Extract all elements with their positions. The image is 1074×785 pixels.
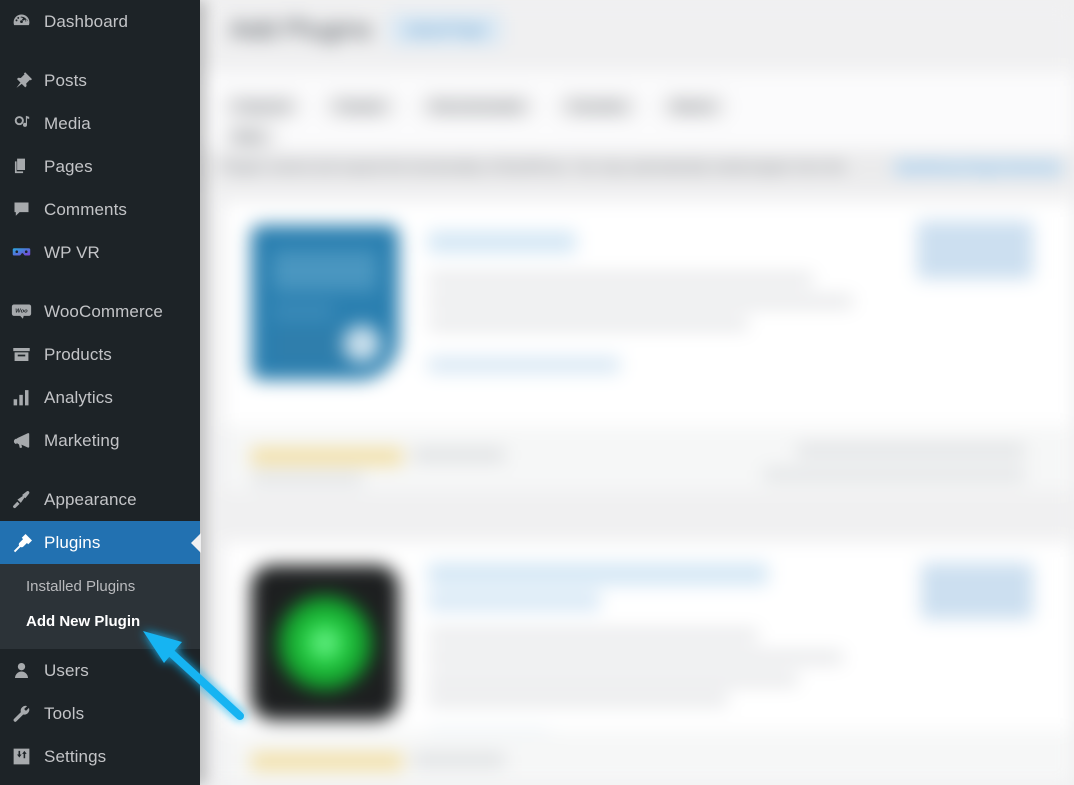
sidebar-item-comments[interactable]: Comments (0, 188, 200, 231)
plugin-tab-bar: Featured Popular Recommended Favorites B… (200, 72, 1074, 150)
woo-icon: Woo (10, 301, 32, 323)
sidebar-item-label: Analytics (44, 387, 113, 407)
analytics-bars-icon (10, 387, 32, 409)
rating-count (413, 448, 505, 462)
tab-popular[interactable]: Popular (324, 94, 397, 119)
sidebar-item-label: Users (44, 660, 89, 680)
active-installs-meta (763, 468, 1025, 481)
sidebar-item-label: Posts (44, 70, 88, 90)
sidebar-item-label: WP VR (44, 242, 100, 262)
more-details-link[interactable] (428, 357, 620, 373)
media-icon (10, 113, 32, 135)
sidebar-item-wp-vr[interactable]: WP VR (0, 231, 200, 274)
star-rating (251, 753, 403, 770)
tab-favorites[interactable]: Favorites (557, 94, 639, 119)
products-box-icon (10, 344, 32, 366)
rating-sub (251, 472, 363, 485)
sidebar-item-posts[interactable]: Posts (0, 59, 200, 102)
tab-recommended[interactable]: Recommended (418, 94, 536, 119)
upload-plugin-button[interactable]: Upload Plugin (390, 14, 502, 45)
sidebar-item-label: Media (44, 113, 91, 133)
sidebar-item-label: Comments (44, 199, 127, 219)
submenu-item-add-new-plugin[interactable]: Add New Plugin (0, 605, 200, 640)
tab-blocks[interactable]: Blocks (660, 94, 727, 119)
wrench-icon (10, 703, 32, 725)
sidebar-item-pages[interactable]: Pages (0, 145, 200, 188)
dashboard-gauge-icon (10, 11, 32, 33)
sidebar-item-products[interactable]: Products (0, 333, 200, 376)
svg-text:Woo: Woo (15, 309, 28, 315)
plugin-card (222, 540, 1074, 785)
plugins-notice-bar: Plugins extend and expand the functional… (200, 150, 1074, 184)
pin-icon (10, 70, 32, 92)
admin-sidebar: Dashboard Posts Media Pages Comments WP … (0, 0, 200, 785)
tab-beta[interactable]: Beta (222, 124, 277, 149)
sidebar-item-users[interactable]: Users (0, 649, 200, 692)
plugin-directory-link[interactable]: WordPress Plugin Directory (892, 159, 1064, 176)
rating-count (413, 753, 505, 767)
tab-featured[interactable]: Featured (222, 94, 303, 119)
megaphone-icon (10, 430, 32, 452)
sidebar-item-tools[interactable]: Tools (0, 692, 200, 735)
plugin-tabs: Featured Popular Recommended Favorites B… (222, 94, 727, 119)
sidebar-item-plugins[interactable]: Plugins (0, 521, 200, 564)
sidebar-separator (0, 462, 200, 478)
sidebar-item-label: Marketing (44, 430, 120, 450)
sidebar-item-settings[interactable]: Settings (0, 735, 200, 778)
plugin-card-footer (223, 731, 1074, 785)
page-title: Add Plugins (230, 14, 373, 44)
sidebar-separator (0, 43, 200, 59)
sidebar-item-label: Products (44, 344, 112, 364)
paintbrush-icon (10, 489, 32, 511)
plugin-card (222, 200, 1074, 491)
vr-goggles-icon (10, 242, 32, 264)
sidebar-item-dashboard[interactable]: Dashboard (0, 0, 200, 43)
sidebar-item-label: Pages (44, 156, 93, 176)
last-updated-meta (797, 444, 1025, 457)
pages-icon (10, 156, 32, 178)
sidebar-item-media[interactable]: Media (0, 102, 200, 145)
sidebar-item-analytics[interactable]: Analytics (0, 376, 200, 419)
sidebar-item-label: Tools (44, 703, 85, 723)
settings-sliders-icon (10, 746, 32, 768)
install-now-button[interactable] (917, 221, 1033, 279)
plugins-submenu: Installed Plugins Add New Plugin (0, 564, 200, 649)
notice-text: Plugins extend and expand the functional… (222, 159, 846, 174)
main-content-area: Add Plugins Upload Plugin Featured Popul… (200, 0, 1074, 785)
submenu-item-installed-plugins[interactable]: Installed Plugins (0, 570, 200, 605)
sidebar-item-label: Plugins (44, 532, 101, 552)
plug-icon (10, 532, 32, 554)
plugin-name[interactable] (428, 563, 768, 585)
sidebar-item-woocommerce[interactable]: Woo WooCommerce (0, 290, 200, 333)
sidebar-separator (0, 274, 200, 290)
star-rating (251, 448, 403, 465)
sidebar-item-marketing[interactable]: Marketing (0, 419, 200, 462)
plugin-card-footer (223, 426, 1074, 491)
plugin-icon-blue (251, 225, 399, 380)
sidebar-item-label: WooCommerce (44, 301, 163, 321)
user-icon (10, 660, 32, 682)
plugin-icon-green (251, 565, 399, 720)
install-now-button[interactable] (921, 563, 1033, 619)
page-header: Add Plugins Upload Plugin (230, 14, 502, 45)
comment-bubble-icon (10, 199, 32, 221)
sidebar-item-appearance[interactable]: Appearance (0, 478, 200, 521)
plugin-name[interactable] (428, 231, 576, 253)
sidebar-item-label: Settings (44, 746, 107, 766)
sidebar-item-label: Dashboard (44, 11, 129, 31)
sidebar-item-label: Appearance (44, 489, 137, 509)
plugin-tabs-row2: Beta (222, 124, 277, 149)
